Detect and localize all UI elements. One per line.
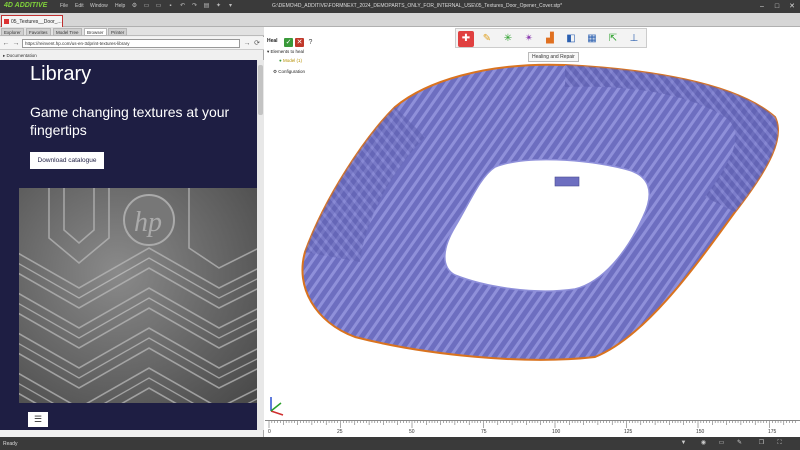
explode-icon[interactable]: ✴: [521, 31, 537, 47]
menu-edit[interactable]: Edit: [75, 3, 84, 9]
ruler-ticks: [268, 421, 796, 428]
tools-icon[interactable]: ✦: [215, 3, 222, 10]
layout-icon[interactable]: ▦: [584, 31, 600, 47]
texture-sample-image: hp: [19, 188, 257, 428]
model-render[interactable]: [265, 47, 800, 392]
fix-icon[interactable]: ✎: [479, 31, 495, 47]
documentation-label: Documentation: [6, 53, 37, 58]
cancel-icon[interactable]: ✕: [295, 38, 304, 47]
save-icon[interactable]: ▪: [167, 3, 174, 10]
scrollbar-thumb[interactable]: [258, 65, 263, 115]
app-logo: 4D ADDITIVE: [4, 2, 48, 9]
view-icon[interactable]: ◉: [700, 440, 707, 447]
ruler-label-125: 125: [624, 429, 633, 435]
export-icon[interactable]: ⇱: [605, 31, 621, 47]
documentation-bar[interactable]: ▸ Documentation: [0, 51, 264, 60]
tab-favorites[interactable]: Favorites: [26, 28, 51, 36]
redo-icon[interactable]: ↷: [191, 3, 198, 10]
web-footer: ☰: [0, 403, 257, 430]
help-icon[interactable]: ?: [306, 38, 315, 47]
filter-icon[interactable]: ▼: [680, 440, 687, 447]
tab-model-tree[interactable]: Model Tree: [53, 28, 82, 36]
web-page: Library Game changing textures at your f…: [0, 60, 257, 430]
library-heading: Library: [30, 63, 92, 85]
new-icon[interactable]: ▭: [143, 3, 150, 10]
print-icon[interactable]: ▤: [203, 3, 210, 10]
forward-icon[interactable]: →: [12, 39, 20, 48]
hamburger-menu-icon[interactable]: ☰: [28, 412, 48, 427]
settings-icon[interactable]: ⚙: [131, 3, 138, 10]
fullscreen-icon[interactable]: ⛶: [776, 440, 783, 447]
minimize-button[interactable]: –: [755, 1, 769, 12]
support-icon[interactable]: ⊥: [626, 31, 642, 47]
notes-icon[interactable]: ✎: [736, 440, 743, 447]
sparkle-icon[interactable]: ✳: [500, 31, 516, 47]
svg-text:hp: hp: [134, 207, 162, 238]
main-toolbar: ✚ ✎ ✳ ✴ ▟ ◧ ▦ ⇱ ⊥: [455, 28, 647, 48]
heal-icon[interactable]: ✚: [458, 31, 474, 47]
confirm-icon[interactable]: ✓: [284, 38, 293, 47]
browser-nav-bar: ← → https://reinvent.hp.com/us-en-3dprin…: [0, 37, 264, 50]
document-tab-bar: 05_Textures__Door_...: [0, 13, 800, 27]
menu-help[interactable]: Help: [115, 3, 125, 9]
display-icon[interactable]: ▭: [718, 440, 725, 447]
shell-icon[interactable]: ◧: [563, 31, 579, 47]
document-tab[interactable]: 05_Textures__Door_...: [1, 15, 63, 27]
dropdown-icon[interactable]: ▾: [227, 3, 234, 10]
tab-explorer[interactable]: Explorer: [1, 28, 24, 36]
status-text: Ready: [3, 441, 18, 447]
window-title: G:\DEMO\4D_ADDITIVE\FORMNEXT_2024_DEMOPA…: [272, 3, 563, 9]
status-bar: Ready ▼ ◉ ▭ ✎ ❐ ⛶: [0, 437, 800, 450]
document-icon: [4, 19, 9, 24]
panel-tabs: Explorer Favorites Model Tree Browser Pr…: [0, 27, 264, 36]
title-bar: 4D ADDITIVE File Edit Window Help ⚙ ▭ ▭ …: [0, 0, 800, 13]
close-button[interactable]: ✕: [785, 1, 799, 12]
menu-window[interactable]: Window: [90, 3, 108, 9]
ruler-label-50: 50: [409, 429, 415, 435]
ruler-label-100: 100: [552, 429, 561, 435]
go-icon[interactable]: →: [243, 39, 251, 48]
ruler-label-150: 150: [696, 429, 705, 435]
document-tab-label: 05_Textures__Door_...: [11, 19, 62, 25]
menu-file[interactable]: File: [60, 3, 68, 9]
ruler-label-75: 75: [481, 429, 487, 435]
model-tab: [554, 176, 580, 187]
ruler-label-25: 25: [337, 429, 343, 435]
open-icon[interactable]: ▭: [155, 3, 162, 10]
refresh-icon[interactable]: ⟳: [253, 39, 261, 48]
web-headline: Game changing textures at your fingertip…: [30, 104, 230, 138]
undo-icon[interactable]: ↶: [179, 3, 186, 10]
heal-panel: Heal ✓ ✕ ? ▾ Elements to heal ● Model (1…: [267, 38, 327, 74]
ruler-label-175: 175: [768, 429, 777, 435]
back-icon[interactable]: ←: [2, 39, 10, 48]
tab-printer[interactable]: Printer: [108, 28, 128, 36]
left-panel: Explorer Favorites Model Tree Browser Pr…: [0, 27, 264, 437]
ruler: 0 25 50 75 100 125 150 175: [265, 420, 800, 437]
ruler-label-0: 0: [268, 429, 271, 435]
analysis-icon[interactable]: ▟: [542, 31, 558, 47]
3d-viewport[interactable]: Heal ✓ ✕ ? ▾ Elements to heal ● Model (1…: [265, 27, 800, 437]
tab-browser[interactable]: Browser: [84, 28, 107, 36]
axis-triad-icon: [270, 397, 284, 416]
url-input[interactable]: https://reinvent.hp.com/us-en-3dprint-te…: [22, 39, 240, 48]
copy-icon[interactable]: ❐: [758, 440, 765, 447]
left-panel-scrollbar[interactable]: [257, 60, 264, 430]
download-catalogue-button[interactable]: Download catalogue: [30, 152, 104, 169]
maximize-button[interactable]: □: [770, 1, 784, 12]
